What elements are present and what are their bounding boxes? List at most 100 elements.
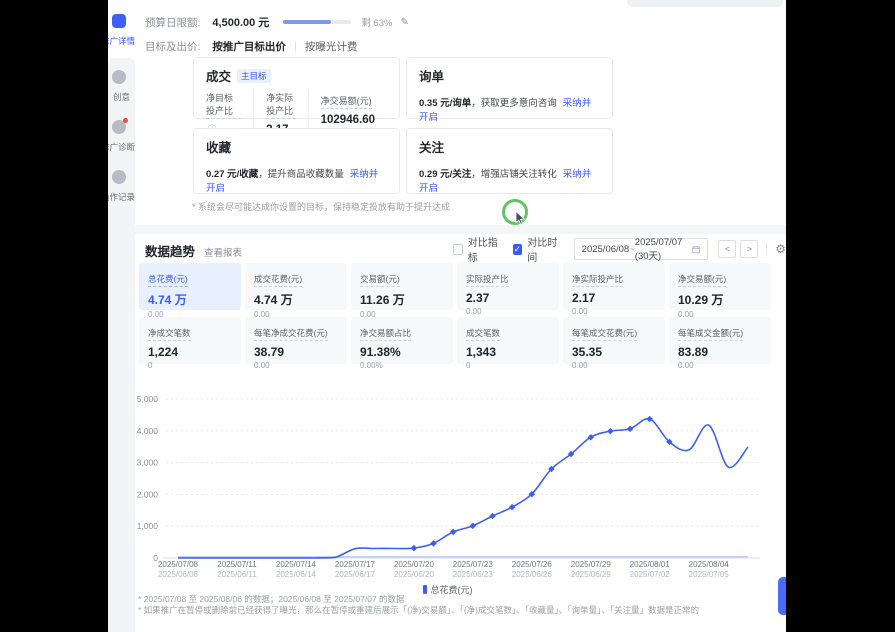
metric-label: 净实际投产比 <box>572 273 623 287</box>
trend-metrics-row1: 总花费(元)4.74 万0.00成交花费(元)4.74 万0.00交易额(元)1… <box>139 263 771 310</box>
metric-compare-value: 0.00 <box>254 361 338 370</box>
trend-metric-card[interactable]: 成交笔数1,3430 <box>457 317 559 364</box>
sidebar-item-0[interactable]: 推广详情 <box>108 14 135 47</box>
daily-budget-row: 预算日限额: 4,500.00 元 剩 63% ✎ <box>145 14 409 30</box>
goal-inquiry-title: 询单 <box>419 66 444 85</box>
metric-value: 10.29 万 <box>678 291 762 308</box>
trend-metric-card[interactable]: 净成交笔数1,2240 <box>139 317 241 364</box>
edit-budget-icon[interactable]: ✎ <box>400 17 408 28</box>
trend-metric-card[interactable]: 每笔成交金额(元)83.890.00 <box>669 317 771 364</box>
trend-metric-card[interactable]: 总花费(元)4.74 万0.00 <box>139 263 241 310</box>
metric-compare-value: 0 <box>148 361 232 370</box>
trend-metric-card[interactable]: 每笔净成交花费(元)38.790.00 <box>245 317 347 364</box>
primary-goal-badge: 主目标 <box>237 69 271 83</box>
metric-compare-value: 0 <box>466 361 550 370</box>
trend-metric-card[interactable]: 交易额(元)11.26 万0.00 <box>351 263 453 310</box>
prev-period-button[interactable]: < <box>718 240 736 258</box>
svg-text:2025/08/01: 2025/08/01 <box>630 560 671 569</box>
metric-value: 2.17 <box>572 291 656 305</box>
daily-budget-label: 预算日限额: <box>145 15 200 30</box>
compare-time-label: 对比时间 <box>527 234 561 264</box>
metric-compare-value: 0.00 <box>678 361 762 370</box>
view-report-link[interactable]: 查看报表 <box>204 245 242 259</box>
compare-metric-label: 对比指标 <box>468 234 502 264</box>
daily-budget-amount: 4,500.00 元 <box>212 14 269 30</box>
date-range-picker[interactable]: 2025/06/08 ~ 2025/07/07 (30天) <box>574 238 709 260</box>
sidebar-item-3[interactable]: 操作记录 <box>108 170 135 203</box>
metric-value: 2.37 <box>466 291 550 305</box>
svg-text:3,000: 3,000 <box>137 458 159 468</box>
trend-metric-card[interactable]: 每笔成交花费(元)35.350.00 <box>563 317 665 364</box>
goal-card-follow[interactable]: 关注 0.29 元/关注，增强店铺关注转化采纳并开启 <box>406 128 613 194</box>
date-range-start: 2025/06/08 <box>582 244 630 255</box>
legend-swatch-total-cost <box>423 585 427 594</box>
metric-value: 1,224 <box>148 345 232 359</box>
metric-value: 38.79 <box>254 345 338 359</box>
svg-text:2025/06/14: 2025/06/14 <box>276 570 317 579</box>
trend-metric-card[interactable]: 净交易额占比91.38%0.00% <box>351 317 453 364</box>
history-icon <box>112 170 126 184</box>
metric-label: 每笔净成交花费(元) <box>254 327 328 341</box>
trend-metric-card[interactable]: 实际投产比2.370.00 <box>457 263 559 310</box>
date-range-end: 2025/07/07 (30天) <box>635 237 692 262</box>
goal-favorite-title: 收藏 <box>206 137 231 156</box>
goal-card-inquiry[interactable]: 询单 0.35 元/询单，获取更多意向咨询采纳并开启 <box>406 57 613 119</box>
tab-divider <box>295 41 296 51</box>
trend-metric-card[interactable]: 净交易额(元)10.29 万0.00 <box>669 263 771 310</box>
svg-text:2025/06/17: 2025/06/17 <box>335 570 376 579</box>
metric-compare-value: 0.00 <box>572 307 656 316</box>
compare-time-checkbox[interactable]: ✓ <box>513 244 523 255</box>
bidding-label: 目标及出价: <box>145 39 200 54</box>
svg-text:2025/06/20: 2025/06/20 <box>394 570 435 579</box>
svg-text:2025/06/29: 2025/06/29 <box>571 570 612 579</box>
goal-cards: 成交 主目标 净目标投产比ⓘ 2.45✎ 净实际投产比 2.17 净交易额(元)… <box>193 57 613 194</box>
metric-value: 4.74 万 <box>148 291 232 308</box>
svg-text:2025/07/14: 2025/07/14 <box>276 560 317 569</box>
budget-progress-fill <box>283 20 331 24</box>
compare-metric-checkbox[interactable] <box>453 244 463 255</box>
metric-label: 净交易额占比 <box>360 327 411 341</box>
trend-metric-card[interactable]: 成交花费(元)4.74 万0.00 <box>245 263 347 310</box>
metric-label: 实际投产比 <box>466 273 509 287</box>
diagnose-icon <box>112 120 126 134</box>
sidebar-item-2[interactable]: 推广诊断 <box>108 120 135 153</box>
desktop: { "accent": "#3a5cf5", "sidebar": { "ite… <box>0 0 895 632</box>
trend-metric-card[interactable]: 净实际投产比2.170.00 <box>563 263 665 310</box>
chart-footnote-disclaimer: * 如果推广在暂停或删除前已经获得了曝光，那么在暂停或重建后展示「(净)交易额」… <box>138 604 699 616</box>
settings-gear-icon[interactable]: ⚙ <box>775 243 786 255</box>
next-period-button[interactable]: > <box>740 240 758 258</box>
svg-text:2025/07/08: 2025/07/08 <box>158 560 199 569</box>
svg-text:2025/06/08: 2025/06/08 <box>158 570 199 579</box>
top-toolbar-fragment <box>627 0 783 7</box>
section-divider <box>135 225 786 234</box>
goal-follow-title: 关注 <box>419 137 444 156</box>
creative-icon <box>112 70 126 84</box>
goal-deal-title: 成交 <box>206 66 231 85</box>
sidebar-item-1[interactable]: 创意 <box>108 70 135 103</box>
controls-divider <box>766 243 767 255</box>
svg-text:2,000: 2,000 <box>137 489 159 499</box>
metric-label: 交易额(元) <box>360 273 400 287</box>
tab-bid-by-goal[interactable]: 按推广目标出价 <box>212 39 286 54</box>
svg-text:2025/07/11: 2025/07/11 <box>217 560 257 569</box>
metric-label: 净交易额(元) <box>678 273 726 287</box>
trend-line-chart[interactable]: 01,0002,0003,0004,0005,0002025/07/082025… <box>108 381 786 581</box>
scrollbar-thumb[interactable] <box>778 577 786 615</box>
metric-compare-value: 0.00 <box>466 307 550 316</box>
tab-bid-by-impression[interactable]: 按曝光计费 <box>305 39 358 54</box>
metric-value: 4.74 万 <box>254 291 338 308</box>
goal-card-deal[interactable]: 成交 主目标 净目标投产比ⓘ 2.45✎ 净实际投产比 2.17 净交易额(元)… <box>193 57 400 119</box>
mouse-cursor <box>515 211 527 226</box>
alert-dot <box>123 118 128 123</box>
svg-text:2025/07/17: 2025/07/17 <box>335 560 376 569</box>
svg-text:2025/07/20: 2025/07/20 <box>394 560 435 569</box>
sidebar-item-label: 推广诊断 <box>108 141 135 153</box>
campaign-panel: 推广详情创意推广诊断操作记录 预算日限额: 4,500.00 元 剩 63% ✎… <box>108 0 786 632</box>
metric-label: 净成交笔数 <box>148 327 191 341</box>
metric-label: 每笔成交金额(元) <box>678 327 743 341</box>
svg-text:2025/07/05: 2025/07/05 <box>689 570 730 579</box>
goal-card-favorite[interactable]: 收藏 0.27 元/收藏，提升商品收藏数量采纳并开启 <box>193 128 400 194</box>
budget-remaining-label: 剩 63% <box>361 15 392 29</box>
svg-text:5,000: 5,000 <box>137 394 159 404</box>
metric-value: 1,343 <box>466 345 550 359</box>
